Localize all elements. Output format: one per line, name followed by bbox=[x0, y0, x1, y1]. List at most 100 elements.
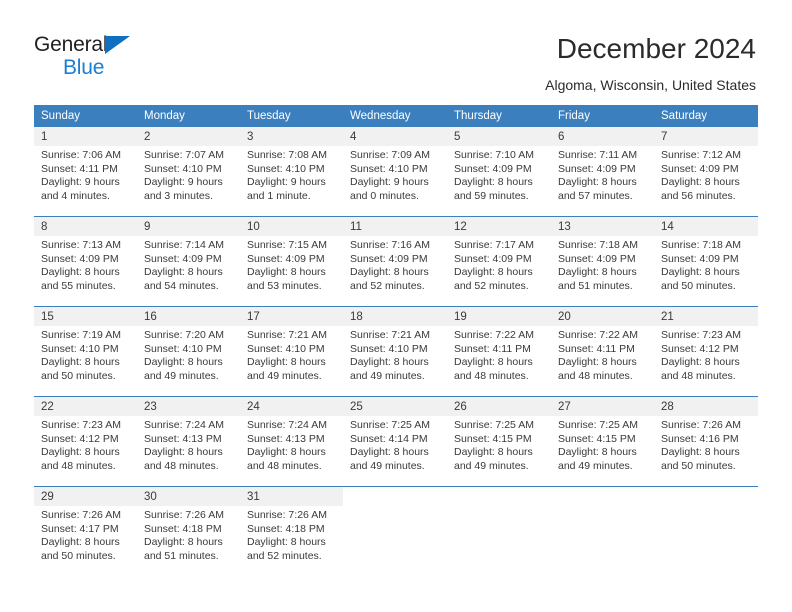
daylight-text-line2: and 48 minutes. bbox=[661, 369, 736, 382]
day-number[interactable]: 20 bbox=[551, 307, 654, 326]
day-number[interactable]: 7 bbox=[654, 127, 758, 146]
sunrise-text: Sunrise: 7:12 AM bbox=[661, 149, 741, 161]
day-number[interactable]: 26 bbox=[447, 397, 551, 416]
day-cell: Sunrise: 7:17 AM Sunset: 4:09 PM Dayligh… bbox=[447, 236, 551, 306]
sunrise-text: Sunrise: 7:19 AM bbox=[41, 329, 121, 341]
daylight-text-line1: Daylight: 9 hours bbox=[41, 176, 120, 189]
day-number[interactable]: 15 bbox=[34, 307, 137, 326]
sunset-text: Sunset: 4:10 PM bbox=[144, 162, 222, 175]
weekday-header-friday: Friday bbox=[551, 105, 654, 127]
daylight-text-line1: Daylight: 8 hours bbox=[558, 446, 637, 459]
sunrise-text: Sunrise: 7:18 AM bbox=[661, 239, 741, 251]
day-number[interactable]: 4 bbox=[343, 127, 447, 146]
week-2-daynum-row: 8 9 10 11 12 13 14 bbox=[34, 217, 758, 236]
daylight-text-line1: Daylight: 9 hours bbox=[350, 176, 429, 189]
day-cell: Sunrise: 7:20 AM Sunset: 4:10 PM Dayligh… bbox=[137, 326, 240, 396]
day-cell: Sunrise: 7:22 AM Sunset: 4:11 PM Dayligh… bbox=[447, 326, 551, 396]
day-number[interactable]: 5 bbox=[447, 127, 551, 146]
sunrise-text: Sunrise: 7:25 AM bbox=[454, 419, 534, 431]
sunset-text: Sunset: 4:11 PM bbox=[41, 162, 118, 175]
sunset-text: Sunset: 4:18 PM bbox=[247, 522, 325, 535]
sunset-text: Sunset: 4:10 PM bbox=[247, 342, 325, 355]
day-cell: Sunrise: 7:25 AM Sunset: 4:15 PM Dayligh… bbox=[551, 416, 654, 486]
sunrise-text: Sunrise: 7:26 AM bbox=[661, 419, 741, 431]
day-number[interactable]: 14 bbox=[654, 217, 758, 236]
day-cell: Sunrise: 7:16 AM Sunset: 4:09 PM Dayligh… bbox=[343, 236, 447, 306]
day-cell: Sunrise: 7:21 AM Sunset: 4:10 PM Dayligh… bbox=[343, 326, 447, 396]
day-number[interactable]: 27 bbox=[551, 397, 654, 416]
general-blue-logo[interactable]: General Blue bbox=[34, 34, 214, 82]
day-number[interactable]: 3 bbox=[240, 127, 343, 146]
day-number[interactable]: 17 bbox=[240, 307, 343, 326]
day-number[interactable]: 11 bbox=[343, 217, 447, 236]
day-number[interactable]: 30 bbox=[137, 487, 240, 506]
daylight-text-line2: and 57 minutes. bbox=[558, 189, 633, 202]
day-number[interactable]: 6 bbox=[551, 127, 654, 146]
day-cell: Sunrise: 7:15 AM Sunset: 4:09 PM Dayligh… bbox=[240, 236, 343, 306]
sunset-text: Sunset: 4:09 PM bbox=[350, 252, 428, 265]
sunrise-text: Sunrise: 7:24 AM bbox=[144, 419, 224, 431]
day-number[interactable]: 13 bbox=[551, 217, 654, 236]
day-cell: Sunrise: 7:26 AM Sunset: 4:18 PM Dayligh… bbox=[137, 506, 240, 576]
daylight-text-line2: and 51 minutes. bbox=[558, 279, 633, 292]
page-title: December 2024 bbox=[556, 33, 756, 64]
day-cell-empty bbox=[654, 506, 758, 576]
day-number[interactable]: 23 bbox=[137, 397, 240, 416]
day-number[interactable]: 21 bbox=[654, 307, 758, 326]
week-4-info-row: Sunrise: 7:23 AM Sunset: 4:12 PM Dayligh… bbox=[34, 416, 758, 486]
sunrise-text: Sunrise: 7:11 AM bbox=[558, 149, 638, 161]
sunrise-text: Sunrise: 7:06 AM bbox=[41, 149, 121, 161]
daylight-text-line1: Daylight: 8 hours bbox=[247, 536, 326, 549]
sunrise-text: Sunrise: 7:26 AM bbox=[144, 509, 224, 521]
day-number[interactable]: 25 bbox=[343, 397, 447, 416]
sunrise-text: Sunrise: 7:26 AM bbox=[247, 509, 327, 521]
weekday-header-row: Sunday Monday Tuesday Wednesday Thursday… bbox=[34, 105, 758, 127]
day-number[interactable]: 28 bbox=[654, 397, 758, 416]
day-number[interactable]: 19 bbox=[447, 307, 551, 326]
daylight-text-line1: Daylight: 8 hours bbox=[41, 356, 120, 369]
day-number-empty bbox=[447, 487, 551, 506]
logo-triangle-icon bbox=[105, 36, 130, 54]
sunset-text: Sunset: 4:17 PM bbox=[41, 522, 119, 535]
day-number[interactable]: 8 bbox=[34, 217, 137, 236]
daylight-text-line1: Daylight: 8 hours bbox=[41, 266, 120, 279]
daylight-text-line2: and 55 minutes. bbox=[41, 279, 116, 292]
day-number[interactable]: 9 bbox=[137, 217, 240, 236]
daylight-text-line2: and 1 minute. bbox=[247, 189, 311, 202]
day-cell: Sunrise: 7:19 AM Sunset: 4:10 PM Dayligh… bbox=[34, 326, 137, 396]
sunset-text: Sunset: 4:09 PM bbox=[247, 252, 325, 265]
daylight-text-line2: and 50 minutes. bbox=[41, 549, 116, 562]
day-number[interactable]: 16 bbox=[137, 307, 240, 326]
sunrise-text: Sunrise: 7:25 AM bbox=[350, 419, 430, 431]
week-3-info-row: Sunrise: 7:19 AM Sunset: 4:10 PM Dayligh… bbox=[34, 326, 758, 396]
sunset-text: Sunset: 4:12 PM bbox=[41, 432, 119, 445]
sunset-text: Sunset: 4:09 PM bbox=[454, 252, 532, 265]
daylight-text-line2: and 49 minutes. bbox=[247, 369, 322, 382]
sunrise-text: Sunrise: 7:09 AM bbox=[350, 149, 430, 161]
sunrise-text: Sunrise: 7:08 AM bbox=[247, 149, 327, 161]
day-number[interactable]: 1 bbox=[34, 127, 137, 146]
day-cell: Sunrise: 7:18 AM Sunset: 4:09 PM Dayligh… bbox=[551, 236, 654, 306]
sunrise-text: Sunrise: 7:23 AM bbox=[661, 329, 741, 341]
sunset-text: Sunset: 4:09 PM bbox=[661, 252, 739, 265]
day-number[interactable]: 24 bbox=[240, 397, 343, 416]
day-number[interactable]: 31 bbox=[240, 487, 343, 506]
daylight-text-line1: Daylight: 8 hours bbox=[661, 446, 740, 459]
day-number[interactable]: 12 bbox=[447, 217, 551, 236]
week-4-daynum-row: 22 23 24 25 26 27 28 bbox=[34, 397, 758, 416]
daylight-text-line2: and 50 minutes. bbox=[41, 369, 116, 382]
weekday-header-saturday: Saturday bbox=[654, 105, 758, 127]
daylight-text-line1: Daylight: 8 hours bbox=[350, 266, 429, 279]
page-header: General Blue December 2024 Algoma, Wisco… bbox=[0, 0, 792, 98]
day-number[interactable]: 22 bbox=[34, 397, 137, 416]
day-number[interactable]: 2 bbox=[137, 127, 240, 146]
logo-text-blue: Blue bbox=[63, 56, 105, 79]
day-cell: Sunrise: 7:12 AM Sunset: 4:09 PM Dayligh… bbox=[654, 146, 758, 216]
daylight-text-line1: Daylight: 8 hours bbox=[144, 446, 223, 459]
day-cell: Sunrise: 7:11 AM Sunset: 4:09 PM Dayligh… bbox=[551, 146, 654, 216]
day-number[interactable]: 29 bbox=[34, 487, 137, 506]
day-number[interactable]: 10 bbox=[240, 217, 343, 236]
daylight-text-line2: and 52 minutes. bbox=[350, 279, 425, 292]
daylight-text-line2: and 48 minutes. bbox=[247, 459, 322, 472]
day-number[interactable]: 18 bbox=[343, 307, 447, 326]
